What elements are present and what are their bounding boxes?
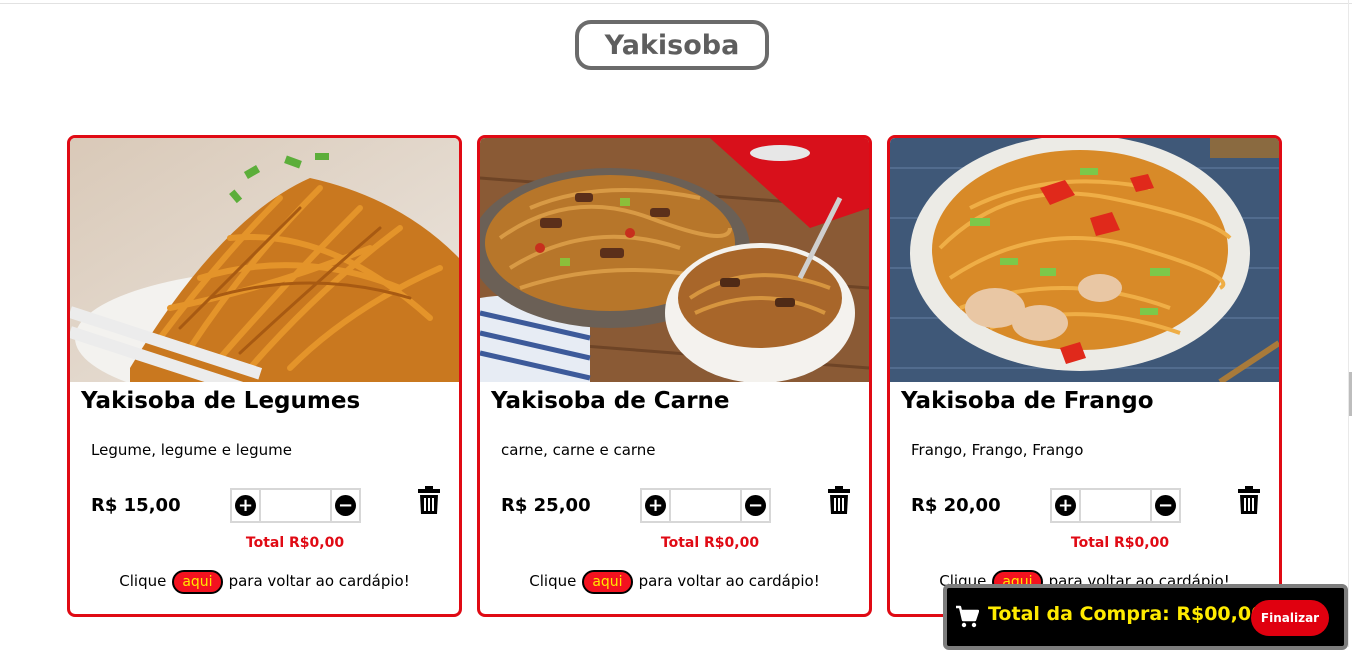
quantity-stepper: + − — [1050, 488, 1181, 523]
back-to-menu-link[interactable]: aqui — [172, 570, 223, 594]
plus-icon: + — [1055, 495, 1076, 516]
trash-icon[interactable] — [827, 486, 851, 514]
minus-icon: − — [1155, 495, 1176, 516]
quantity-input[interactable] — [1081, 490, 1150, 521]
product-price: R$ 20,00 — [911, 495, 1001, 516]
plus-icon: + — [235, 495, 256, 516]
cart-total-label: Total da Compra: R$00,00 — [988, 603, 1265, 625]
product-photo-carne — [480, 138, 869, 382]
product-name: Yakisoba de Frango — [901, 388, 1154, 414]
product-total: Total R$0,00 — [245, 535, 345, 551]
quantity-stepper: + − — [640, 488, 771, 523]
back-to-menu-line: Clique aqui para voltar ao cardápio! — [70, 570, 459, 594]
back-prefix: Clique — [529, 572, 577, 590]
product-name: Yakisoba de Legumes — [81, 388, 361, 414]
finalize-button[interactable]: Finalizar — [1251, 600, 1329, 636]
product-description: carne, carne e carne — [501, 441, 656, 459]
back-prefix: Clique — [119, 572, 167, 590]
product-card-frango: Yakisoba de Frango Frango, Frango, Frang… — [887, 135, 1282, 617]
decrement-button[interactable]: − — [330, 490, 359, 521]
quantity-input[interactable] — [671, 490, 740, 521]
back-suffix: para voltar ao cardápio! — [638, 572, 820, 590]
product-photo-legumes — [70, 138, 459, 382]
increment-button[interactable]: + — [1052, 490, 1081, 521]
trash-icon[interactable] — [417, 486, 441, 514]
product-name: Yakisoba de Carne — [491, 388, 730, 414]
back-to-menu-link[interactable]: aqui — [582, 570, 633, 594]
decrement-button[interactable]: − — [1150, 490, 1179, 521]
product-description: Frango, Frango, Frango — [911, 441, 1084, 459]
increment-button[interactable]: + — [642, 490, 671, 521]
plus-icon: + — [645, 495, 666, 516]
decrement-button[interactable]: − — [740, 490, 769, 521]
product-card-legumes: Yakisoba de Legumes Legume, legume e leg… — [67, 135, 462, 617]
back-to-menu-line: Clique aqui para voltar ao cardápio! — [480, 570, 869, 594]
increment-button[interactable]: + — [232, 490, 261, 521]
quantity-stepper: + − — [230, 488, 361, 523]
trash-icon[interactable] — [1237, 486, 1261, 514]
product-total: Total R$0,00 — [660, 535, 760, 551]
minus-icon: − — [745, 495, 766, 516]
product-price: R$ 15,00 — [91, 495, 181, 516]
cart-summary-bar: Total da Compra: R$00,00 Finalizar — [943, 584, 1348, 650]
product-total: Total R$0,00 — [1070, 535, 1170, 551]
minus-icon: − — [335, 495, 356, 516]
product-description: Legume, legume e legume — [91, 441, 293, 459]
shopping-cart-icon — [956, 605, 979, 628]
scrollbar-track[interactable] — [1348, 0, 1349, 647]
product-price: R$ 25,00 — [501, 495, 591, 516]
top-divider — [0, 3, 1352, 4]
back-suffix: para voltar ao cardápio! — [228, 572, 410, 590]
product-card-carne: Yakisoba de Carne carne, carne e carne R… — [477, 135, 872, 617]
product-photo-frango — [890, 138, 1279, 382]
page-title: Yakisoba — [575, 20, 769, 70]
quantity-input[interactable] — [261, 490, 330, 521]
